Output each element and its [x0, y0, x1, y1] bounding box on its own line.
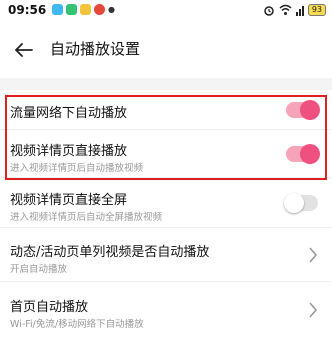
detail-fullscreen-toggle[interactable] [284, 193, 318, 213]
signal-icon [295, 6, 304, 16]
back-arrow-icon [15, 43, 33, 57]
setting-homepage-autoplay[interactable]: 首页自动播放 Wi-Fi/免流/移动网络下自动播放 [0, 282, 332, 338]
status-bar: 09:56 ● 93 [0, 0, 332, 22]
status-indicators: 93 [263, 4, 326, 16]
setting-detail-fullscreen[interactable]: 视频详情页直接全屏 进入视频详情页后自动全屏播放视频 [0, 178, 332, 228]
app-notification-icon [80, 4, 91, 15]
more-notifications-dot-icon: ● [108, 5, 115, 14]
status-time: 09:56 [8, 3, 47, 17]
toggle-knob [284, 193, 304, 213]
detail-autoplay-toggle[interactable] [286, 144, 320, 164]
setting-subtitle: 进入视频详情页后自动播放视频 [10, 163, 144, 174]
wifi-icon [279, 4, 292, 15]
toggle-knob [300, 144, 320, 164]
setting-title: 首页自动播放 [10, 300, 89, 315]
setting-title: 流量网络下自动播放 [10, 106, 128, 121]
app-notification-icon [94, 4, 105, 15]
status-app-icons: ● [52, 4, 115, 15]
setting-dynamic-page-autoplay[interactable]: 动态/活动页单列视频是否自动播放 开启自动播放 [0, 228, 332, 282]
setting-subtitle: 开启自动播放 [10, 264, 68, 275]
page-header: 自动播放设置 [0, 22, 332, 78]
back-button[interactable] [10, 36, 38, 64]
alarm-icon [264, 6, 274, 16]
cellular-autoplay-toggle[interactable] [286, 100, 320, 120]
setting-subtitle: 进入视频详情页后自动全屏播放视频 [10, 212, 163, 223]
setting-title: 视频详情页直接全屏 [10, 193, 128, 208]
chevron-right-icon [309, 247, 318, 263]
toggle-knob [300, 100, 320, 120]
battery-icon: 93 [307, 4, 326, 16]
setting-title: 视频详情页直接播放 [10, 144, 128, 159]
settings-list: 流量网络下自动播放 视频详情页直接播放 进入视频详情页后自动播放视频 视频详情页… [0, 90, 332, 338]
setting-title: 动态/活动页单列视频是否自动播放 [10, 245, 210, 260]
page-title: 自动播放设置 [50, 40, 141, 58]
setting-detail-autoplay[interactable]: 视频详情页直接播放 进入视频详情页后自动播放视频 [0, 130, 332, 178]
app-notification-icon [66, 4, 77, 15]
setting-subtitle: Wi-Fi/免流/移动网络下自动播放 [10, 319, 144, 330]
setting-cellular-autoplay[interactable]: 流量网络下自动播放 [0, 90, 332, 130]
chevron-right-icon [309, 302, 318, 318]
app-notification-icon [52, 4, 63, 15]
